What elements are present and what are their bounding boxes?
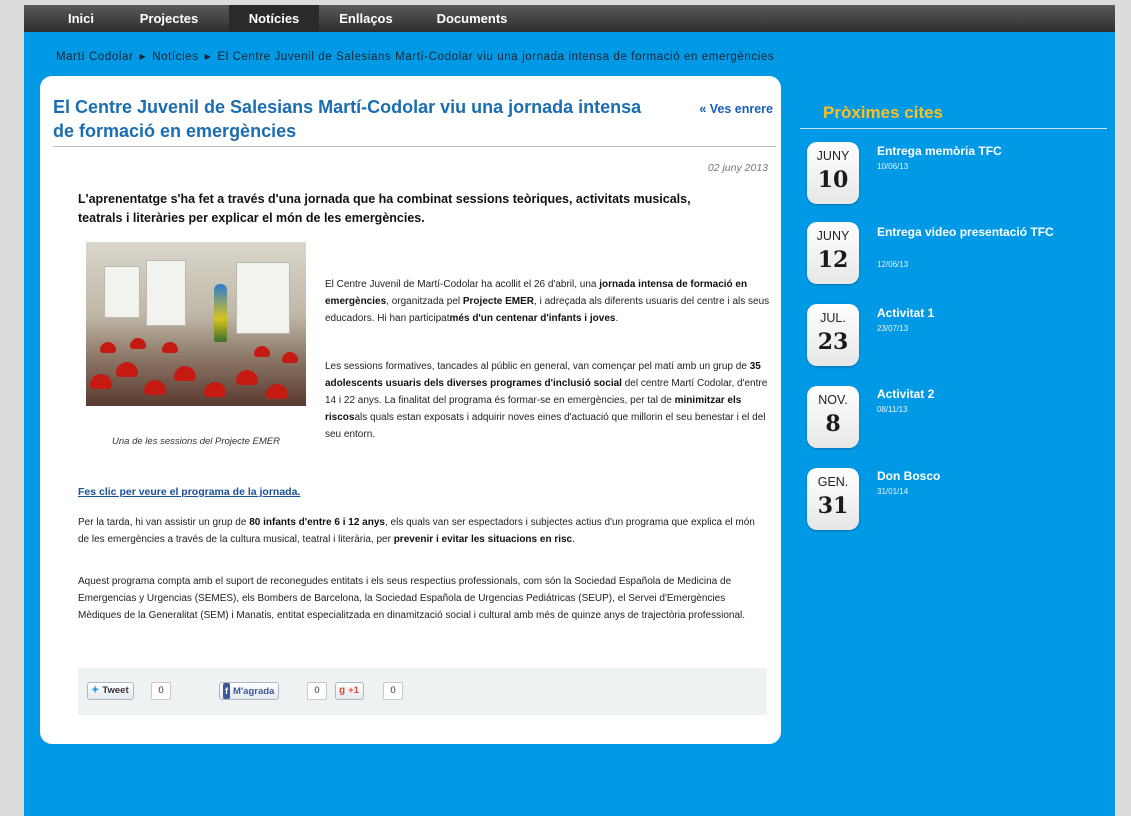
- event-date: 10/06/13: [877, 162, 909, 171]
- breadcrumb: Martí Codolar ▶ Notícies ▶ El Centre Juvenil…: [56, 51, 774, 67]
- body-text: El Centre Juvenil de Martí-Codolar ha ac…: [325, 279, 600, 290]
- event-month: NOV.: [818, 393, 848, 407]
- event-title[interactable]: Entrega memòria TFC: [877, 144, 1077, 159]
- back-link[interactable]: « Ves enrere: [699, 102, 773, 116]
- body-text: .: [615, 313, 619, 324]
- tweet-count: 0: [151, 682, 171, 700]
- event-day: 8: [825, 411, 841, 437]
- body-text: als quals estan exposats i adquirir nove…: [325, 412, 766, 440]
- body-text: Aquest programa compta amb el suport de …: [78, 576, 746, 621]
- gplus-button[interactable]: g +1: [335, 682, 364, 700]
- article-paragraph-2: Les sessions formatives, tancades al púb…: [325, 358, 770, 443]
- breadcrumb-noticies[interactable]: Notícies: [152, 51, 198, 63]
- emphasis-text: més d'un centenar d'infants i joves: [449, 313, 616, 324]
- event-date: 31/01/14: [877, 487, 909, 496]
- event-date: 12/06/13: [877, 260, 909, 269]
- emphasis-text: prevenir i evitar les situacions en risc: [393, 534, 573, 545]
- article-paragraph-3: Per la tarda, hi van assistir un grup de…: [78, 514, 768, 548]
- event-month: GEN.: [817, 475, 849, 489]
- event-date: 23/07/13: [877, 324, 909, 333]
- event-date-card: GEN. 31: [807, 468, 859, 530]
- breadcrumb-home[interactable]: Martí Codolar: [56, 51, 133, 63]
- share-bar: ✦ Tweet 0 f M'agrada 0 g +1 0: [78, 668, 767, 715]
- event-month: JUNY: [816, 149, 850, 163]
- event-date-card: NOV. 8: [807, 386, 859, 448]
- article-photo: [86, 242, 306, 406]
- body-text: , organitzada pel: [386, 296, 463, 307]
- top-navigation: Inici Projectes Notícies Enllaços Docume…: [24, 5, 1115, 32]
- event-day: 23: [817, 329, 849, 355]
- like-button[interactable]: f M'agrada: [219, 682, 280, 700]
- article-title: El Centre Juvenil de Salesians Martí-Cod…: [53, 97, 642, 141]
- article-lead: L'aprenentatge s'ha fet a través d'una j…: [78, 192, 691, 225]
- event-date: 08/11/13: [877, 405, 908, 414]
- photo-caption: Una de les sessions del Projecte EMER: [112, 436, 280, 447]
- event-title[interactable]: Activitat 1: [877, 306, 1077, 321]
- nav-item-projectes[interactable]: Projectes: [131, 5, 207, 32]
- page-frame: Inici Projectes Notícies Enllaços Docume…: [24, 5, 1115, 816]
- tweet-button[interactable]: ✦ Tweet: [87, 682, 134, 700]
- tweet-label: Tweet: [102, 685, 129, 696]
- breadcrumb-separator-icon: ▶: [139, 52, 147, 61]
- event-day: 12: [817, 247, 849, 273]
- like-label: M'agrada: [233, 686, 275, 697]
- article-panel: El Centre Juvenil de Salesians Martí-Cod…: [40, 76, 781, 744]
- facebook-icon: f: [223, 683, 230, 699]
- twitter-bird-icon: ✦: [91, 685, 100, 696]
- like-count: 0: [307, 682, 327, 700]
- event-date-card: JUNY 10: [807, 142, 859, 204]
- event-title[interactable]: Activitat 2: [877, 387, 1077, 402]
- article-date: 02 juny 2013: [707, 162, 768, 174]
- event-title[interactable]: Don Bosco: [877, 469, 1077, 484]
- program-link[interactable]: Fes clic per veure el programa de la jor…: [78, 486, 300, 498]
- sidebar-title: Pròximes cites: [823, 103, 944, 122]
- article-paragraph-4: Aquest programa compta amb el suport de …: [78, 573, 768, 624]
- google-plus-icon: g: [339, 685, 346, 696]
- body-text: Les sessions formatives, tancades al púb…: [325, 361, 750, 372]
- title-divider: [53, 146, 776, 147]
- event-day: 31: [817, 493, 849, 519]
- event-month: JUNY: [816, 229, 850, 243]
- event-month: JUL.: [820, 311, 846, 325]
- nav-item-enllacos[interactable]: Enllaços: [330, 5, 402, 32]
- emphasis-text: 80 infants d'entre 6 i 12 anys: [249, 517, 385, 528]
- gplus-count: 0: [383, 682, 403, 700]
- nav-item-documents[interactable]: Documents: [425, 5, 519, 32]
- sidebar-divider: [800, 128, 1107, 129]
- event-date-card: JUNY 12: [807, 222, 859, 284]
- nav-item-noticies[interactable]: Notícies: [229, 5, 319, 32]
- body-text: .: [572, 534, 575, 545]
- gplus-label: +1: [348, 685, 359, 696]
- breadcrumb-current: El Centre Juvenil de Salesians Martí-Cod…: [217, 51, 775, 63]
- breadcrumb-separator-icon: ▶: [204, 52, 212, 61]
- article-paragraph-1: El Centre Juvenil de Martí-Codolar ha ac…: [325, 276, 770, 327]
- nav-item-inici[interactable]: Inici: [60, 5, 102, 32]
- body-text: Per la tarda, hi van assistir un grup de: [78, 517, 250, 528]
- event-date-card: JUL. 23: [807, 304, 859, 366]
- event-title[interactable]: Entrega video presentació TFC: [877, 225, 1067, 240]
- emphasis-text: Projecte EMER: [462, 296, 535, 307]
- event-day: 10: [817, 167, 849, 193]
